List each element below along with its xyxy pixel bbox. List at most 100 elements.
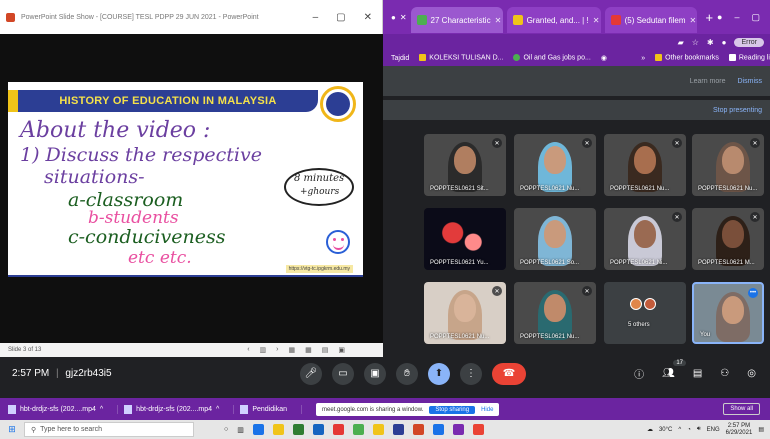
tab-youtube[interactable]: (5) Sedutan filem ✕ xyxy=(604,7,698,33)
participant-tile[interactable]: POPPTESL0621 Yu... xyxy=(424,208,506,270)
task-view-icon[interactable]: ○ xyxy=(224,426,228,433)
bookmark-koleksi[interactable]: KOLEKSI TULISAN D... xyxy=(419,54,503,62)
download-item[interactable]: Pendidikan xyxy=(240,404,302,414)
participant-tile[interactable]: ✕ POPPTESL0621 Sit... xyxy=(424,134,506,196)
handwriting-heading: About the video : xyxy=(20,118,211,143)
handwriting-item-b: b-students xyxy=(88,208,179,228)
tab-search-icon[interactable]: ● xyxy=(717,12,722,23)
stop-presenting-button[interactable]: Stop presenting xyxy=(713,107,762,114)
hide-button[interactable]: Hide xyxy=(481,407,493,413)
tab-characteristic[interactable]: 27 Characteristic ✕ xyxy=(410,7,503,33)
tab-granted[interactable]: Granted, and... | ! ✕ xyxy=(506,7,601,33)
participant-tile[interactable]: ✕ POPPTESL0621 Nu... xyxy=(604,134,686,196)
slide-icon[interactable]: ▥ xyxy=(260,346,267,354)
globe-icon[interactable]: ◉ xyxy=(601,54,607,62)
chat-icon[interactable]: ▤ xyxy=(693,368,702,379)
powerpoint-icon[interactable] xyxy=(412,424,424,435)
zoom-icon[interactable] xyxy=(432,424,444,435)
store-icon[interactable] xyxy=(292,424,304,435)
next-slide-icon[interactable]: › xyxy=(276,346,278,354)
previous-slide-icon[interactable]: ‹ xyxy=(247,346,249,354)
word-icon[interactable] xyxy=(392,424,404,435)
more-options-icon[interactable]: ⋮ xyxy=(460,362,482,385)
star-icon[interactable]: ☆ xyxy=(692,38,699,47)
slide[interactable]: HISTORY OF EDUCATION IN MALAYSIA About t… xyxy=(8,82,363,277)
close-icon[interactable]: ✕ xyxy=(690,16,697,25)
slideshow-statusbar: Slide 3 of 13 ‹ ▥ › ▦ ▦ ▤ ▣ xyxy=(0,343,383,357)
bookmark-oil-gas[interactable]: Oil and Gas jobs po... xyxy=(513,54,591,62)
host-controls-icon[interactable]: ◎ xyxy=(747,368,756,379)
tab-close-icon[interactable]: ✕ xyxy=(400,13,407,22)
edge-icon[interactable] xyxy=(252,424,264,435)
profile-error-button[interactable]: Error xyxy=(734,37,764,47)
bookmark-reading-list[interactable]: Reading li xyxy=(728,54,770,62)
bookmark-label: Other bookmarks xyxy=(665,54,719,62)
info-icon[interactable]: ⓘ xyxy=(634,366,644,381)
camera-icon[interactable]: ▰ xyxy=(678,38,684,47)
chrome-icon[interactable] xyxy=(332,424,344,435)
folder-icon[interactable] xyxy=(372,424,384,435)
close-button[interactable]: ✕ xyxy=(364,12,372,23)
dismiss-button[interactable]: Dismiss xyxy=(738,78,763,85)
people-icon[interactable]: 👥︎ xyxy=(662,368,675,379)
raise-hand-icon[interactable]: ✋︎ xyxy=(396,362,418,385)
self-tile[interactable]: ••• You xyxy=(692,282,764,344)
slideshow-view-icon[interactable]: ▣ xyxy=(338,346,345,354)
clock[interactable]: 2:57 PM 6/29/2021 xyxy=(726,423,753,437)
volume-icon[interactable]: 🔊︎ xyxy=(697,426,701,433)
bookmark-other[interactable]: Other bookmarks xyxy=(655,54,719,62)
close-icon[interactable]: ✕ xyxy=(593,16,600,25)
bookmark-tajdid[interactable]: Tajdid xyxy=(391,55,409,62)
minimize-button[interactable]: – xyxy=(313,12,319,23)
participant-tile[interactable]: ✕ POPPTESL0621 Nu... xyxy=(514,282,596,344)
participant-tile[interactable]: ✕ POPPTESL0621 Ni... xyxy=(604,208,686,270)
sorter-view-icon[interactable]: ▦ xyxy=(305,346,312,354)
participant-tile[interactable]: ✕ POPPTESL0621 M... xyxy=(692,208,764,270)
settings-icon[interactable] xyxy=(452,424,464,435)
file-explorer-icon[interactable] xyxy=(272,424,284,435)
excel-icon[interactable] xyxy=(352,424,364,435)
participant-face xyxy=(634,146,656,174)
reading-view-icon[interactable]: ▤ xyxy=(322,346,329,354)
minimize-button[interactable]: – xyxy=(734,12,739,23)
maximize-button[interactable]: ▢ xyxy=(336,12,345,23)
mail-icon[interactable] xyxy=(312,424,324,435)
camera-icon[interactable]: ▭ xyxy=(332,362,354,385)
participant-tile[interactable]: ✕ POPPTESL0621 Nu... xyxy=(514,134,596,196)
app-icon[interactable] xyxy=(472,424,484,435)
close-icon[interactable]: ✕ xyxy=(495,16,502,25)
extensions-icon[interactable]: ✱ xyxy=(707,38,714,47)
show-all-button[interactable]: Show all xyxy=(723,403,760,415)
widgets-icon[interactable]: ▥ xyxy=(237,426,244,434)
stop-sharing-button[interactable]: Stop sharing xyxy=(429,405,476,414)
network-icon[interactable]: ◔ xyxy=(687,427,691,433)
participant-name: POPPTESL0621 Nu... xyxy=(430,334,490,340)
participant-tile[interactable]: ✕ POPPTESL0621 Nu... xyxy=(424,282,506,344)
maximize-button[interactable]: ▢ xyxy=(751,12,760,23)
participant-tile[interactable]: ✕ POPPTESL0621 Nu... xyxy=(692,134,764,196)
chevron-up-icon[interactable]: ^ xyxy=(216,406,219,413)
learn-more-link[interactable]: Learn more xyxy=(690,78,726,85)
normal-view-icon[interactable]: ▦ xyxy=(289,346,296,354)
chevron-up-icon[interactable]: ^ xyxy=(100,406,103,413)
download-item[interactable]: hbt-drdjz-sfs (202....mp4 ^ xyxy=(124,404,235,414)
more-bookmarks-icon[interactable]: » xyxy=(641,55,645,62)
new-tab-button[interactable]: + xyxy=(705,10,713,25)
leave-call-icon[interactable]: ☎︎ xyxy=(492,362,526,385)
powerpoint-titlebar: PowerPoint Slide Show - [COURSE] TESL PD… xyxy=(0,0,383,34)
captions-icon[interactable]: ▣ xyxy=(364,362,386,385)
weather-icon[interactable]: ☁ xyxy=(647,426,653,433)
others-tile[interactable]: 5 others xyxy=(604,282,686,344)
temperature[interactable]: 30°C xyxy=(659,427,672,433)
windows-start-icon[interactable]: ⊞ xyxy=(0,424,24,435)
microphone-icon[interactable]: 🎤︎ xyxy=(300,362,322,385)
chevron-up-icon[interactable]: ^ xyxy=(678,427,681,433)
notifications-icon[interactable]: ▤ xyxy=(758,426,764,433)
participant-tile[interactable]: POPPTESL0621 So... xyxy=(514,208,596,270)
download-item[interactable]: hbt-drdjz-sfs (202....mp4 ^ xyxy=(8,404,119,414)
taskbar-search[interactable]: ⚲ Type here to search xyxy=(24,422,194,437)
language-indicator[interactable]: ENG xyxy=(707,427,720,433)
avatar[interactable]: ● xyxy=(722,38,727,47)
activities-icon[interactable]: ⚇ xyxy=(720,368,729,379)
present-screen-icon[interactable]: ⬆ xyxy=(428,362,450,385)
